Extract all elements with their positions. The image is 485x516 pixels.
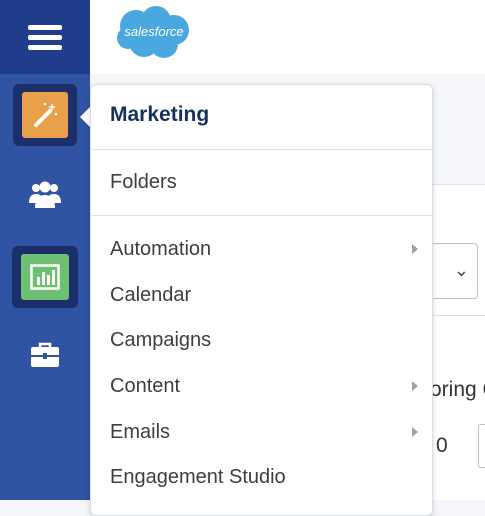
menu-item-calendar[interactable]: Calendar [110,280,420,310]
chevron-right-icon [412,381,418,391]
chevron-right-icon [412,244,418,254]
magic-wand-icon [22,92,68,138]
menu-item-content[interactable]: Content [110,371,420,401]
nav-reports-frame [12,246,78,308]
background-value-text: 0 [436,434,448,457]
briefcase-icon [30,342,60,373]
salesforce-logo[interactable]: salesforce [114,4,192,60]
menu-item-label: Folders [110,171,177,193]
menu-item-label: Content [110,375,181,397]
menu-item-label: Emails [110,421,171,443]
chevron-down-icon: ⌄ [453,260,469,280]
marketing-flyout-menu: Marketing Folders Automation Calendar Ca… [90,84,433,516]
menu-item-emails[interactable]: Emails [110,417,420,447]
content-divider [430,315,485,316]
chevron-right-icon [412,427,418,437]
menu-item-label: Automation [110,238,212,260]
menu-button[interactable] [0,0,90,74]
divider [91,215,432,216]
menu-item-campaigns[interactable]: Campaigns [110,325,420,355]
menu-item-folders[interactable]: Folders [110,167,420,197]
background-column-text: oring C [430,378,485,401]
users-icon [28,179,62,214]
report-chart-icon [21,254,69,300]
app-nav-rail [0,0,90,500]
menu-item-label: Engagement Studio [110,466,286,488]
menu-item-label: Calendar [110,284,192,306]
background-input[interactable] [478,424,485,468]
menu-item-label: Campaigns [110,329,212,351]
nav-reports[interactable] [0,246,90,308]
logo-text: salesforce [124,24,184,39]
menu-item-engagement-studio[interactable]: Engagement Studio [110,462,420,492]
divider [91,149,432,150]
nav-marketing[interactable] [0,84,90,146]
nav-opportunities[interactable] [0,340,90,374]
menu-item-automation[interactable]: Automation [110,234,420,264]
nav-marketing-selected-frame [13,84,77,146]
top-header: salesforce [90,0,485,75]
menu-icon [28,25,62,50]
nav-users[interactable] [0,176,90,216]
flyout-title: Marketing [110,103,210,126]
